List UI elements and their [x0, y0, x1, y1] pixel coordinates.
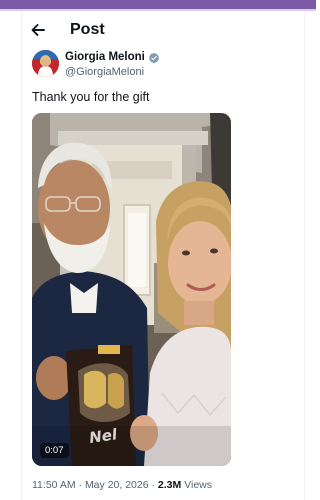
views-count: 2.3M: [157, 479, 182, 491]
back-button[interactable]: [28, 20, 48, 40]
post-meta: 11:50 AM · May 20, 2026 · 2.3M Views: [32, 478, 212, 492]
verified-badge-icon: [148, 52, 159, 63]
video-frame: Nel: [32, 113, 231, 466]
author-handle[interactable]: @GiorgiaMeloni: [65, 65, 160, 79]
post-screen: Post Giorgia Meloni @GiorgiaMeloni Thank…: [0, 0, 316, 500]
column-border-left: [21, 11, 22, 500]
top-accent-bar: [0, 0, 316, 9]
video-player[interactable]: Nel 0:07: [32, 113, 231, 466]
meta-separator: ·: [151, 479, 156, 491]
column-border-right: [304, 11, 305, 500]
meta-separator: ·: [78, 479, 83, 491]
avatar[interactable]: [32, 50, 59, 77]
post-time[interactable]: 11:50 AM: [32, 479, 76, 491]
video-duration-badge: 0:07: [40, 443, 69, 458]
author-name-row: Giorgia Meloni: [65, 50, 160, 65]
post-text: Thank you for the gift: [32, 90, 150, 104]
author-info: Giorgia Meloni @GiorgiaMeloni: [65, 50, 160, 79]
author-name[interactable]: Giorgia Meloni: [65, 50, 145, 65]
avatar-image: [32, 50, 59, 77]
top-accent-shadow: [0, 9, 316, 11]
page-title: Post: [70, 21, 105, 38]
views-label: Views: [184, 479, 213, 491]
post-header: Post: [22, 12, 304, 48]
back-arrow-icon: [31, 24, 45, 36]
post-date[interactable]: May 20, 2026: [85, 479, 149, 491]
